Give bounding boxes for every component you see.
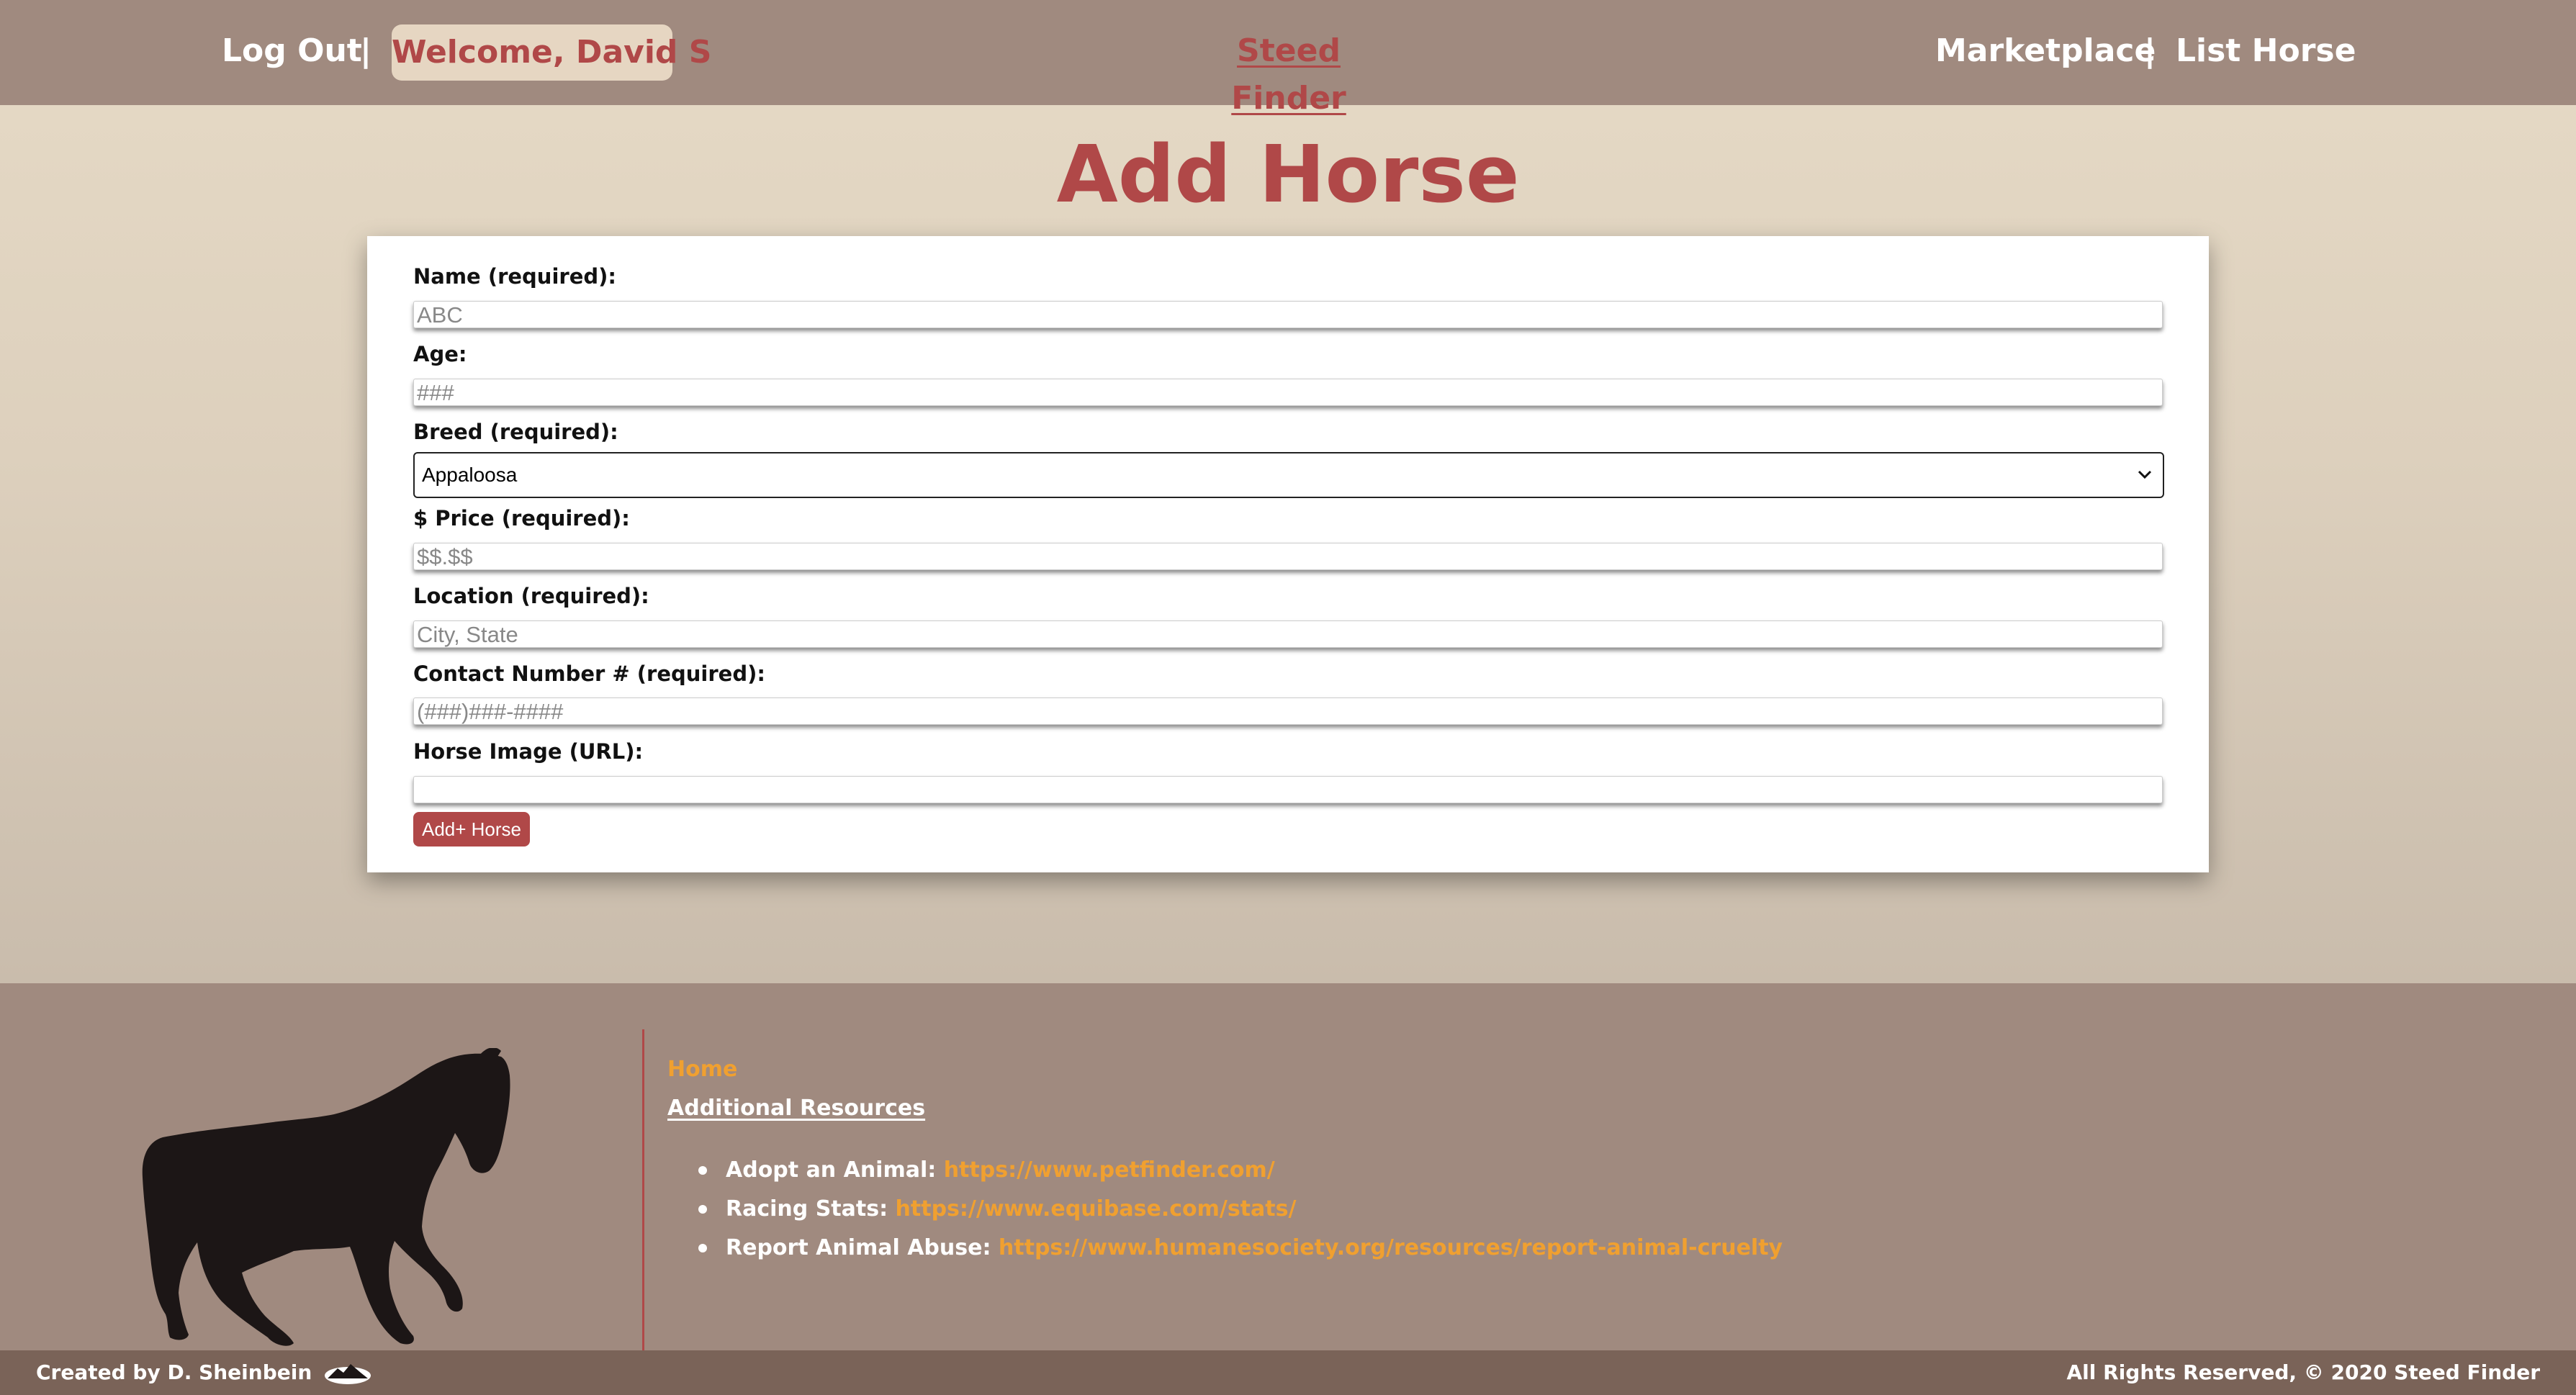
nav-separator: |: [360, 32, 372, 69]
additional-resources-heading[interactable]: Additional Resources: [667, 1094, 925, 1123]
price-input[interactable]: $$.$$: [413, 543, 2163, 570]
resource-label: Report Animal Abuse:: [726, 1235, 999, 1260]
name-input[interactable]: ABC: [413, 301, 2163, 328]
add-horse-button[interactable]: Add+ Horse: [413, 812, 530, 847]
add-horse-form: Name (required): ABC Age: ### Breed (req…: [367, 236, 2209, 872]
top-navbar: Log Out | Welcome, David S Steed Finder …: [0, 0, 2576, 117]
welcome-badge: Welcome, David S: [392, 24, 711, 81]
breed-select[interactable]: Appaloosa: [413, 452, 2164, 498]
list-item: Report Animal Abuse: https://www.humanes…: [691, 1234, 1783, 1273]
resources-list: Adopt an Animal: https://www.petfinder.c…: [691, 1156, 1783, 1273]
resource-link[interactable]: https://www.petfinder.com/: [944, 1157, 1275, 1183]
page-title: Add Horse: [1056, 128, 1520, 220]
location-label: Location (required):: [413, 584, 649, 608]
breed-selected-value: Appaloosa: [422, 464, 518, 486]
location-input[interactable]: City, State: [413, 620, 2163, 648]
price-label: $ Price (required):: [413, 506, 630, 531]
list-item: Adopt an Animal: https://www.petfinder.c…: [691, 1156, 1783, 1195]
logout-link[interactable]: Log Out: [222, 27, 362, 75]
age-input[interactable]: ###: [413, 379, 2163, 406]
bottom-bar: Created by D. Sheinbein All Rights Reser…: [0, 1350, 2576, 1395]
horse-silhouette-icon: [142, 1048, 510, 1346]
image-url-label: Horse Image (URL):: [413, 739, 644, 764]
resource-label: Racing Stats:: [726, 1196, 896, 1222]
resource-link[interactable]: https://www.humanesociety.org/resources/…: [999, 1235, 1783, 1260]
breed-label: Breed (required):: [413, 420, 618, 444]
contact-label: Contact Number # (required):: [413, 662, 765, 686]
resource-label: Adopt an Animal:: [726, 1157, 944, 1183]
age-label: Age:: [413, 342, 467, 366]
mountain-logo-icon: [325, 1364, 371, 1384]
resource-link[interactable]: https://www.equibase.com/stats/: [896, 1196, 1297, 1222]
footer: Home Additional Resources Adopt an Anima…: [0, 983, 2576, 1350]
credit-label: Created by D. Sheinbein: [36, 1360, 312, 1384]
contact-input[interactable]: (###)###-####: [413, 698, 2163, 725]
chevron-down-icon: [2137, 453, 2153, 513]
name-label: Name (required):: [413, 264, 616, 289]
image-url-input[interactable]: [413, 776, 2163, 803]
nav-separator: |: [2144, 32, 2156, 69]
list-horse-link[interactable]: List Horse: [2176, 27, 2356, 75]
copyright-text: All Rights Reserved, © 2020 Steed Finder: [2066, 1360, 2540, 1384]
footer-divider: [642, 1029, 644, 1350]
list-item: Racing Stats: https://www.equibase.com/s…: [691, 1195, 1783, 1234]
footer-home-link[interactable]: Home: [667, 1055, 737, 1084]
credit-text: Created by D. Sheinbein: [36, 1358, 372, 1388]
brand-link[interactable]: Steed Finder: [1192, 27, 1386, 122]
marketplace-link[interactable]: Marketplace: [1935, 27, 2156, 75]
